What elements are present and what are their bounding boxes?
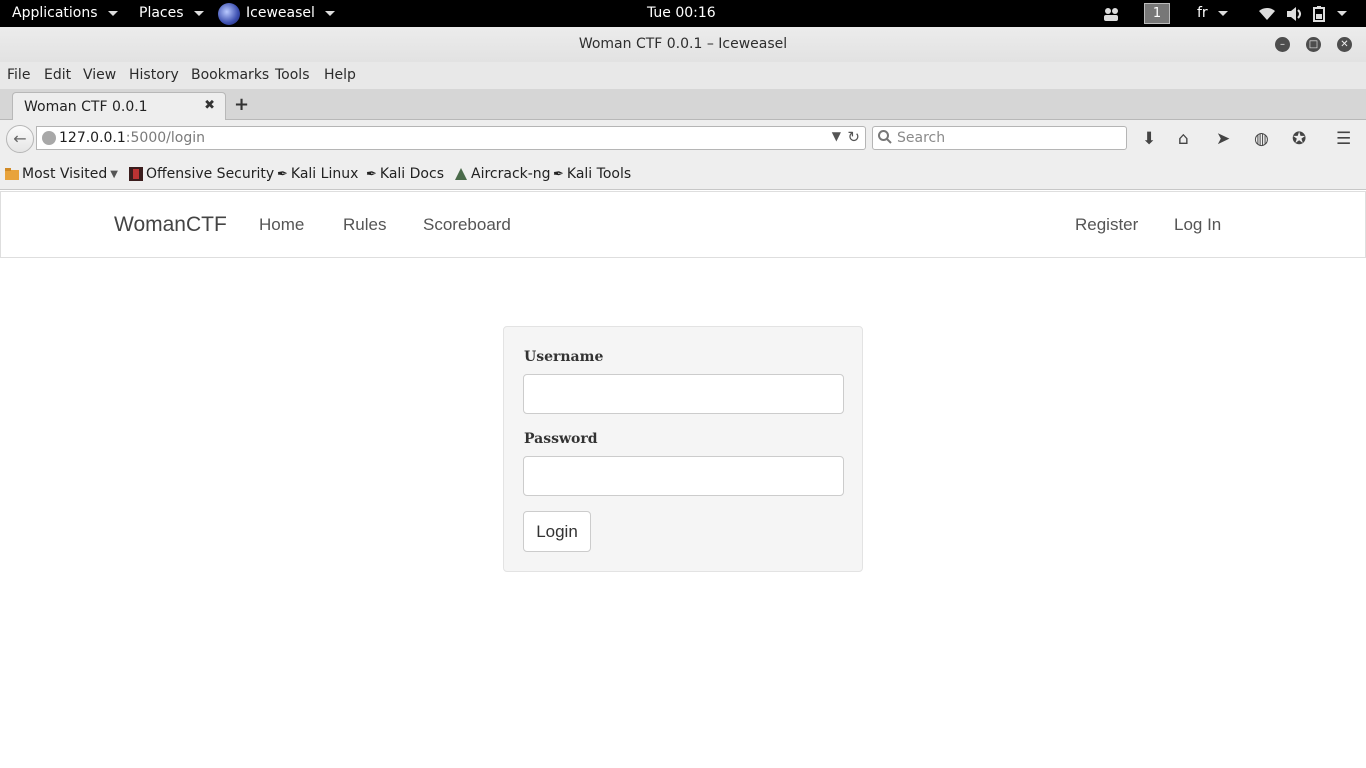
places-caret-icon <box>193 11 204 16</box>
menu-tools[interactable]: Tools <box>275 67 310 83</box>
hamburger-menu-icon[interactable]: ☰ <box>1336 129 1351 149</box>
username-input[interactable] <box>523 374 844 414</box>
back-arrow-icon[interactable]: ← <box>6 125 34 153</box>
applications-menu-label: Applications <box>12 5 98 21</box>
active-app-label: Iceweasel <box>246 5 315 21</box>
close-window-button[interactable]: ✕ <box>1337 37 1352 52</box>
nav-rules-link[interactable]: Rules <box>343 215 386 235</box>
username-label: Username <box>524 349 604 365</box>
active-app-caret-icon <box>324 11 335 16</box>
login-submit-button[interactable]: Login <box>523 511 591 552</box>
menu-bookmarks[interactable]: Bookmarks <box>191 67 269 83</box>
web-globe-icon[interactable]: ◍ <box>1254 129 1269 149</box>
bookmark-label: Offensive Security <box>146 166 275 182</box>
places-menu[interactable]: Places <box>139 0 204 27</box>
system-top-panel: Applications Places Iceweasel Tue 00:16 … <box>0 0 1366 27</box>
bookmark-kali-tools[interactable]: ✒ Kali Tools <box>553 166 631 182</box>
menu-history[interactable]: History <box>129 67 179 83</box>
keyboard-caret-icon <box>1217 11 1228 16</box>
navigation-toolbar: ← 127.0.0.1:5000/login ▼ ↻ Search ⬇ ⌂ ➤ … <box>0 120 1366 158</box>
bookmark-most-visited[interactable]: Most Visited ▼ <box>5 166 118 182</box>
nav-home-link[interactable]: Home <box>259 215 304 235</box>
chevron-down-icon: ▼ <box>110 168 118 180</box>
search-icon <box>878 130 892 144</box>
window-title: Woman CTF 0.0.1 – Iceweasel <box>578 36 788 52</box>
wifi-icon[interactable] <box>1258 0 1276 27</box>
bookmark-label: Kali Docs <box>379 166 444 182</box>
folder-icon <box>5 168 19 180</box>
bookmark-label: Most Visited <box>22 166 108 182</box>
site-identity-globe-icon[interactable] <box>42 131 56 145</box>
applications-caret-icon <box>107 11 118 16</box>
password-input[interactable] <box>523 456 844 496</box>
bookmark-kali-linux[interactable]: ✒ Kali Linux <box>277 166 358 182</box>
system-menu-caret-icon <box>1337 11 1347 16</box>
url-path: :5000/login <box>125 130 205 146</box>
tab-woman-ctf[interactable]: Woman CTF 0.0.1 ✖ <box>12 92 226 121</box>
url-host: 127.0.0.1 <box>59 130 126 146</box>
login-form: Username Password Login <box>503 326 863 572</box>
home-icon[interactable]: ⌂ <box>1178 129 1189 149</box>
site-navbar: WomanCTF Home Rules Scoreboard Register … <box>0 191 1366 258</box>
aircrack-icon <box>455 168 467 180</box>
battery-icon[interactable] <box>1313 0 1347 27</box>
active-app-menu[interactable]: Iceweasel <box>218 0 335 27</box>
tab-title: Woman CTF 0.0.1 <box>24 99 148 115</box>
bookmark-offensive-security[interactable]: Offensive Security <box>129 166 274 182</box>
applications-menu[interactable]: Applications <box>12 0 118 27</box>
menu-file[interactable]: File <box>7 67 30 83</box>
minimize-button[interactable]: – <box>1275 37 1290 52</box>
window-titlebar[interactable]: Woman CTF 0.0.1 – Iceweasel – □ ✕ <box>0 27 1366 62</box>
kali-icon: ✒ <box>553 166 564 182</box>
places-menu-label: Places <box>139 5 184 21</box>
volume-icon[interactable] <box>1286 0 1304 27</box>
clock[interactable]: Tue 00:16 <box>647 0 716 27</box>
new-tab-plus-icon[interactable]: + <box>234 94 249 115</box>
workspace-indicator[interactable]: 1 <box>1144 0 1170 27</box>
menu-edit[interactable]: Edit <box>44 67 71 83</box>
bookmark-label: Kali Tools <box>566 166 632 182</box>
offsec-icon <box>129 167 143 181</box>
url-text[interactable]: 127.0.0.1:5000/login <box>59 130 205 146</box>
bookmark-label: Aircrack-ng <box>471 166 551 182</box>
menu-view[interactable]: View <box>83 67 116 83</box>
downloads-arrow-icon[interactable]: ⬇ <box>1142 129 1156 149</box>
search-bar[interactable]: Search <box>872 126 1127 150</box>
iceweasel-app-icon <box>218 2 240 25</box>
bookmarks-toolbar: Most Visited ▼ Offensive Security ✒ Kali… <box>0 158 1366 190</box>
bookmark-aircrack-ng[interactable]: Aircrack-ng <box>454 166 551 182</box>
tab-strip: Woman CTF 0.0.1 ✖ + <box>0 89 1366 121</box>
site-brand-link[interactable]: WomanCTF <box>114 213 227 237</box>
bookmark-kali-docs[interactable]: ✒ Kali Docs <box>366 166 444 182</box>
reload-icon[interactable]: ↻ <box>847 128 860 146</box>
kali-icon: ✒ <box>277 166 288 182</box>
keyboard-layout-menu[interactable]: fr <box>1197 0 1228 27</box>
extension-icon[interactable]: ✪ <box>1292 129 1306 149</box>
url-bar[interactable]: 127.0.0.1:5000/login ▼ ↻ <box>36 126 866 150</box>
kali-icon: ✒ <box>366 166 377 182</box>
tab-close-icon[interactable]: ✖ <box>204 98 215 113</box>
url-history-dropdown-icon[interactable]: ▼ <box>832 129 841 143</box>
nav-login-link[interactable]: Log In <box>1174 215 1221 235</box>
nav-register-link[interactable]: Register <box>1075 215 1138 235</box>
menu-help[interactable]: Help <box>324 67 356 83</box>
bookmark-label: Kali Linux <box>290 166 359 182</box>
menu-bar: File Edit View History Bookmarks Tools H… <box>0 62 1366 89</box>
password-label: Password <box>524 431 598 447</box>
send-arrow-icon[interactable]: ➤ <box>1216 129 1230 149</box>
nav-scoreboard-link[interactable]: Scoreboard <box>423 215 511 235</box>
workspace-number: 1 <box>1144 3 1170 24</box>
page-content: WomanCTF Home Rules Scoreboard Register … <box>0 191 1366 768</box>
maximize-button[interactable]: □ <box>1306 37 1321 52</box>
people-icon[interactable] <box>1102 0 1120 27</box>
search-placeholder: Search <box>897 130 946 146</box>
keyboard-layout-label: fr <box>1197 5 1208 21</box>
